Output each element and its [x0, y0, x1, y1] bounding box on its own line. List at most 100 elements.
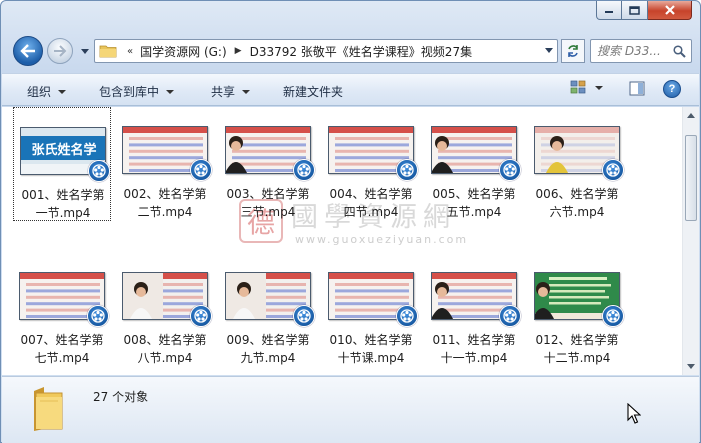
new-folder-label: 新建文件夹: [283, 85, 344, 99]
search-input[interactable]: [597, 44, 671, 58]
command-bar: 组织 包含到库中 共享 新建文件夹 ?: [2, 73, 699, 106]
media-player-icon: [88, 160, 110, 182]
new-folder-button[interactable]: 新建文件夹: [283, 83, 343, 100]
file-name: 011、姓名学第 十一节.mp4: [425, 331, 523, 367]
preview-pane-button[interactable]: [629, 81, 645, 99]
file-name: 005、姓名学第 五节.mp4: [425, 185, 523, 221]
change-view-button[interactable]: [570, 80, 603, 95]
media-player-icon: [87, 305, 109, 327]
scroll-down-button[interactable]: [683, 358, 699, 375]
help-icon: ?: [668, 83, 676, 95]
file-name: 001、姓名学第 一节.mp4: [14, 186, 112, 222]
maximize-icon: [629, 5, 640, 15]
file-item[interactable]: 张氏姓名学 001、姓名学第 一节.mp4: [13, 107, 111, 221]
file-name-line: 七节.mp4: [34, 351, 90, 365]
file-name-line: 六节.mp4: [549, 205, 605, 219]
file-item[interactable]: 009、姓名学第 九节.mp4: [219, 253, 317, 367]
folder-icon: [34, 387, 63, 431]
file-name-line: 十二节.mp4: [543, 351, 611, 365]
recent-pages-button[interactable]: [79, 45, 91, 57]
file-name-line: 八节.mp4: [137, 351, 193, 365]
file-item[interactable]: 003、姓名学第 三节.mp4: [219, 107, 317, 221]
chevron-down-icon: [242, 89, 251, 94]
file-item[interactable]: 010、姓名学第 十节课.mp4: [322, 253, 420, 367]
preview-pane-icon: [629, 81, 645, 96]
chevron-down-icon: [595, 85, 603, 90]
include-in-library-button[interactable]: 包含到库中: [99, 83, 175, 100]
file-name-line: 010、姓名学第: [329, 333, 413, 347]
file-name: 010、姓名学第 十节课.mp4: [322, 331, 420, 367]
file-name-line: 四节.mp4: [343, 205, 399, 219]
media-player-icon: [602, 159, 624, 181]
chevron-down-icon: [166, 89, 175, 94]
back-button[interactable]: [13, 36, 43, 66]
file-name-line: 011、姓名学第: [432, 333, 516, 347]
file-list[interactable]: 德 國學資源網 www.guoxueziyuan.com 张氏姓名学 001、姓名…: [2, 107, 699, 375]
file-name-line: 008、姓名学第: [123, 333, 207, 347]
share-button[interactable]: 共享: [211, 83, 251, 100]
chevron-up-icon: [687, 113, 695, 118]
file-name: 003、姓名学第 三节.mp4: [219, 185, 317, 221]
file-name-line: 005、姓名学第: [432, 187, 516, 201]
file-name: 004、姓名学第 四节.mp4: [322, 185, 420, 221]
view-icons-icon: [570, 80, 586, 94]
search-icon[interactable]: [673, 45, 686, 58]
search-box[interactable]: [590, 39, 692, 63]
file-item[interactable]: 006、姓名学第 六节.mp4: [528, 107, 626, 221]
media-player-icon: [499, 159, 521, 181]
media-player-icon: [499, 305, 521, 327]
thumbnail-banner-text: 张氏姓名学: [31, 142, 96, 158]
mouse-cursor-icon: [627, 403, 641, 424]
file-name: 012、姓名学第 十二节.mp4: [528, 331, 626, 367]
file-item[interactable]: 011、姓名学第 十一节.mp4: [425, 253, 523, 367]
file-name: 008、姓名学第 八节.mp4: [116, 331, 214, 367]
file-name: 002、姓名学第 二节.mp4: [116, 185, 214, 221]
file-name: 009、姓名学第 九节.mp4: [219, 331, 317, 367]
file-item[interactable]: 007、姓名学第 七节.mp4: [13, 253, 111, 367]
file-name-line: 五节.mp4: [446, 205, 502, 219]
vertical-scrollbar[interactable]: [682, 107, 699, 375]
file-name-line: 九节.mp4: [240, 351, 296, 365]
navigation-bar: « 国学资源网 (G:) ▶ D33792 张敬平《姓名学课程》视频27集: [1, 31, 700, 71]
share-label: 共享: [211, 85, 236, 99]
file-name: 006、姓名学第 六节.mp4: [528, 185, 626, 221]
media-player-icon: [190, 305, 212, 327]
minimize-button[interactable]: [596, 1, 622, 20]
file-name-line: 006、姓名学第: [535, 187, 619, 201]
include-in-library-label: 包含到库中: [99, 85, 160, 99]
media-player-icon: [396, 305, 418, 327]
breadcrumb-drive[interactable]: 国学资源网 (G:): [140, 43, 227, 60]
item-count: 27 个对象: [93, 390, 149, 404]
maximize-button[interactable]: [622, 1, 648, 20]
breadcrumb-folder[interactable]: D33792 张敬平《姓名学课程》视频27集: [250, 43, 473, 60]
file-item[interactable]: 008、姓名学第 八节.mp4: [116, 253, 214, 367]
breadcrumb-overflow[interactable]: «: [127, 46, 133, 57]
address-dropdown-icon[interactable]: [545, 48, 553, 53]
close-icon: [664, 5, 675, 15]
organize-label: 组织: [27, 85, 52, 99]
organize-button[interactable]: 组织: [27, 83, 67, 100]
refresh-button[interactable]: [561, 39, 585, 63]
scroll-up-button[interactable]: [683, 107, 699, 124]
file-name-line: 004、姓名学第: [329, 187, 413, 201]
file-item[interactable]: 004、姓名学第 四节.mp4: [322, 107, 420, 221]
file-item[interactable]: 012、姓名学第 十二节.mp4: [528, 253, 626, 367]
file-item[interactable]: 005、姓名学第 五节.mp4: [425, 107, 523, 221]
arrow-right-icon: [54, 45, 67, 57]
file-item[interactable]: 002、姓名学第 二节.mp4: [116, 107, 214, 221]
scrollbar-thumb[interactable]: [685, 135, 697, 221]
chevron-down-icon: [58, 89, 67, 94]
file-name-line: 001、姓名学第: [21, 188, 105, 202]
file-name-line: 十一节.mp4: [440, 351, 508, 365]
explorer-window: « 国学资源网 (G:) ▶ D33792 张敬平《姓名学课程》视频27集 组织…: [0, 0, 701, 443]
chevron-right-icon[interactable]: ▶: [235, 46, 242, 56]
file-name-line: 三节.mp4: [240, 205, 296, 219]
address-bar[interactable]: « 国学资源网 (G:) ▶ D33792 张敬平《姓名学课程》视频27集: [94, 39, 558, 63]
close-button[interactable]: [648, 1, 692, 20]
file-name-line: 十节课.mp4: [337, 351, 405, 365]
file-name-line: 003、姓名学第: [226, 187, 310, 201]
help-button[interactable]: ?: [663, 80, 681, 98]
file-name: 007、姓名学第 七节.mp4: [13, 331, 111, 367]
media-player-icon: [293, 305, 315, 327]
forward-button[interactable]: [47, 38, 73, 64]
